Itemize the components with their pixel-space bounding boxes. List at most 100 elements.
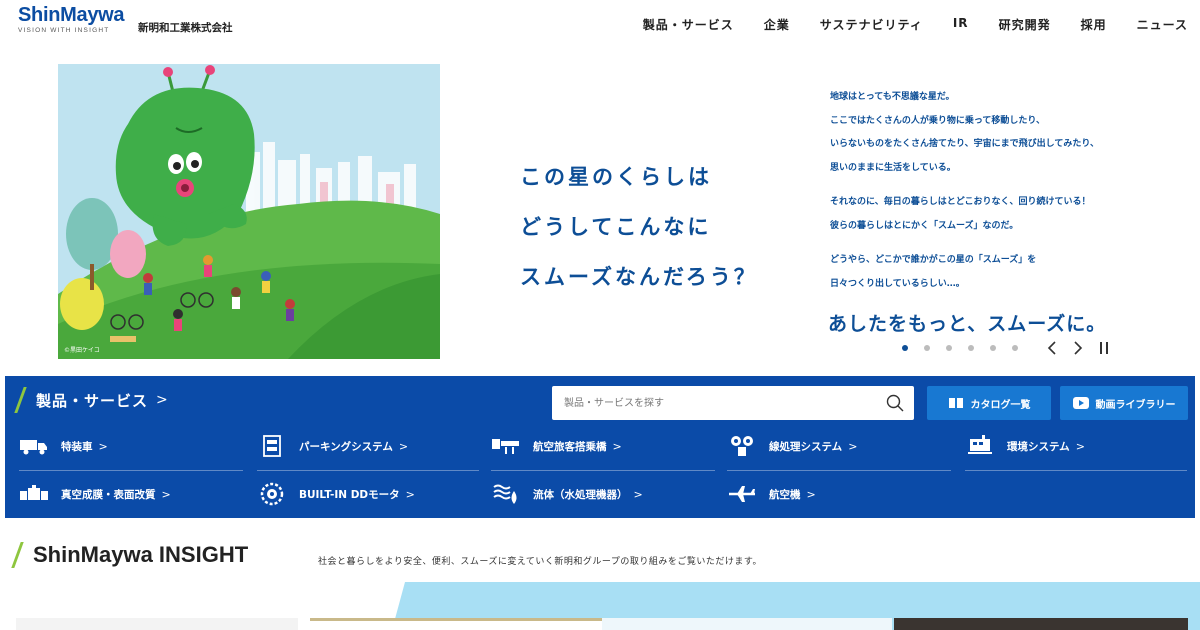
- chevron-right-icon: >: [156, 392, 168, 408]
- logo-wordmark: ShinMaywa: [18, 4, 125, 26]
- category-dd-motor[interactable]: BUILT-IN DDモータ >: [257, 476, 415, 512]
- search-icon[interactable]: [886, 394, 904, 412]
- video-icon: [1072, 397, 1089, 409]
- chevron-right-icon: >: [848, 439, 858, 453]
- category-label: パーキングシステム: [299, 440, 393, 453]
- divider: [257, 470, 479, 471]
- category-parking-systems[interactable]: パーキングシステム >: [257, 428, 408, 464]
- category-label: 真空成膜・表面改質: [61, 488, 156, 501]
- hero-body-text: 地球はとっても不思議な星だ。 ここではたくさんの人が乗り物に乗って移動したり、 …: [830, 86, 1170, 296]
- insight-description: 社会と暮らしをより安全、便利、スムーズに変えていく新明和グループの取り組みをご覧…: [318, 557, 762, 567]
- site-header: ShinMaywa VISION WITH INSIGHT 新明和工業株式会社 …: [0, 0, 1200, 48]
- chevron-right-icon: >: [633, 487, 643, 501]
- carousel-dot[interactable]: [1012, 345, 1018, 351]
- category-label: BUILT-IN DDモータ: [299, 488, 400, 501]
- products-title: 製品・サービス: [36, 391, 149, 410]
- chevron-right-icon: >: [398, 439, 409, 453]
- logo-tagline: VISION WITH INSIGHT: [18, 27, 110, 34]
- category-label: 特装車: [61, 440, 93, 453]
- category-environment-systems[interactable]: 環境システム >: [965, 428, 1085, 464]
- category-label: 線処理システム: [769, 440, 843, 453]
- products-title-link[interactable]: 製品・サービス >: [14, 387, 168, 413]
- wire-processing-icon: [727, 435, 757, 457]
- hero-headline-line: どうしてこんなに: [520, 215, 712, 239]
- category-aircraft[interactable]: 航空機 >: [727, 476, 816, 512]
- hero-body-line: どうやら、どこかで誰かがこの星の「スムーズ」を: [830, 255, 1037, 265]
- carousel-next-button[interactable]: [1070, 340, 1086, 356]
- insight-cards-preview: [0, 582, 1200, 630]
- catalog-button-label: カタログ一覧: [970, 399, 1031, 411]
- category-special-vehicles[interactable]: 特装車 >: [19, 428, 108, 464]
- carousel-controls: [902, 340, 1112, 356]
- chevron-right-icon: >: [161, 487, 171, 501]
- chevron-right-icon: >: [98, 439, 108, 453]
- hero-body-line: 彼らの暮らしはとにかく「スムーズ」なのだ。: [830, 220, 1019, 231]
- carousel-dot[interactable]: [990, 345, 996, 351]
- nav-item-sustainability[interactable]: サステナビリティ: [820, 16, 923, 33]
- divider: [19, 470, 243, 471]
- carousel-prev-button[interactable]: [1044, 340, 1060, 356]
- hero-body-line: いらないものをたくさん捨てたり、宇宙にまで飛び出してみたり、: [830, 139, 1100, 149]
- divider: [965, 470, 1187, 471]
- chevron-right-icon: >: [612, 439, 622, 453]
- divider: [491, 470, 715, 471]
- hero-body-line: それなのに、毎日の暮らしはとどこおりなく、回り続けている！: [830, 197, 1091, 207]
- hero-tagline: あしたをもっと、スムーズに。: [828, 313, 1107, 335]
- hero-illustration-art: [58, 64, 440, 359]
- chevron-right-icon: >: [806, 487, 816, 501]
- carousel-pause-button[interactable]: [1096, 340, 1112, 356]
- nav-item-ir[interactable]: IR: [953, 16, 969, 33]
- truck-icon: [19, 435, 49, 457]
- chevron-right-icon: >: [1075, 439, 1085, 453]
- catalog-button[interactable]: カタログ一覧: [927, 386, 1051, 420]
- hero-headline-line: スムーズなんだろう？: [520, 265, 758, 289]
- carousel-dot[interactable]: [902, 345, 908, 351]
- fluid-icon: [491, 483, 521, 505]
- category-fluid-equipment[interactable]: 流体（水処理機器） >: [491, 476, 643, 512]
- divider: [727, 470, 951, 471]
- nav-item-rd[interactable]: 研究開発: [999, 16, 1051, 33]
- carousel-dot[interactable]: [968, 345, 974, 351]
- motor-icon: [257, 482, 287, 506]
- nav-item-news[interactable]: ニュース: [1137, 16, 1188, 33]
- aircraft-icon: [727, 483, 757, 505]
- accent-slash: [11, 542, 24, 568]
- products-band: 製品・サービス > カタログ一覧 動画ライブラリー 特装車 > パーキングシステ…: [5, 376, 1195, 518]
- global-nav: 製品・サービス 企業 サステナビリティ IR 研究開発 採用 ニュース: [613, 16, 1188, 33]
- hero-body-line: 思いのままに生活をしている。: [830, 162, 956, 173]
- product-search-input[interactable]: [564, 386, 874, 420]
- nav-item-products[interactable]: 製品・サービス: [643, 16, 734, 33]
- nav-item-recruit[interactable]: 採用: [1081, 16, 1107, 33]
- category-boarding-bridges[interactable]: 航空旅客搭乗橋 >: [491, 428, 622, 464]
- accent-slash: [14, 387, 27, 413]
- product-search: [552, 386, 914, 420]
- hero-headline-line: この星のくらしは: [520, 165, 712, 189]
- video-library-button[interactable]: 動画ライブラリー: [1060, 386, 1188, 420]
- video-library-button-label: 動画ライブラリー: [1095, 399, 1176, 411]
- category-label: 航空旅客搭乗橋: [533, 440, 607, 453]
- chevron-left-icon: [1047, 341, 1056, 355]
- nav-item-company[interactable]: 企業: [764, 16, 790, 33]
- insight-title: ShinMaywa INSIGHT: [33, 542, 249, 567]
- hero-headline: この星のくらしは どうしてこんなに スムーズなんだろう？: [520, 152, 790, 302]
- hero-illustration: ©黒田ケイコ: [58, 64, 440, 359]
- category-label: 環境システム: [1007, 440, 1070, 453]
- boarding-bridge-icon: [491, 435, 521, 457]
- environment-icon: [965, 435, 995, 457]
- company-name: 新明和工業株式会社: [138, 22, 233, 34]
- category-label: 流体（水処理機器）: [533, 488, 628, 501]
- carousel-dot[interactable]: [946, 345, 952, 351]
- book-icon: [948, 398, 963, 408]
- insight-cards-art: [16, 582, 1200, 630]
- parking-icon: [257, 435, 287, 457]
- vacuum-icon: [19, 483, 49, 505]
- logo[interactable]: ShinMaywa VISION WITH INSIGHT: [18, 4, 125, 34]
- chevron-right-icon: >: [405, 487, 415, 501]
- chevron-right-icon: [1074, 341, 1083, 355]
- hero-body-line: ここではたくさんの人が乗り物に乗って移動したり、: [830, 115, 1046, 126]
- category-wire-processing[interactable]: 線処理システム >: [727, 428, 857, 464]
- category-vacuum-coating[interactable]: 真空成膜・表面改質 >: [19, 476, 171, 512]
- carousel-dot[interactable]: [924, 345, 930, 351]
- hero-body-line: 地球はとっても不思議な星だ。: [830, 92, 955, 102]
- hero-body-line: 日々つくり出しているらしい…。: [830, 278, 965, 289]
